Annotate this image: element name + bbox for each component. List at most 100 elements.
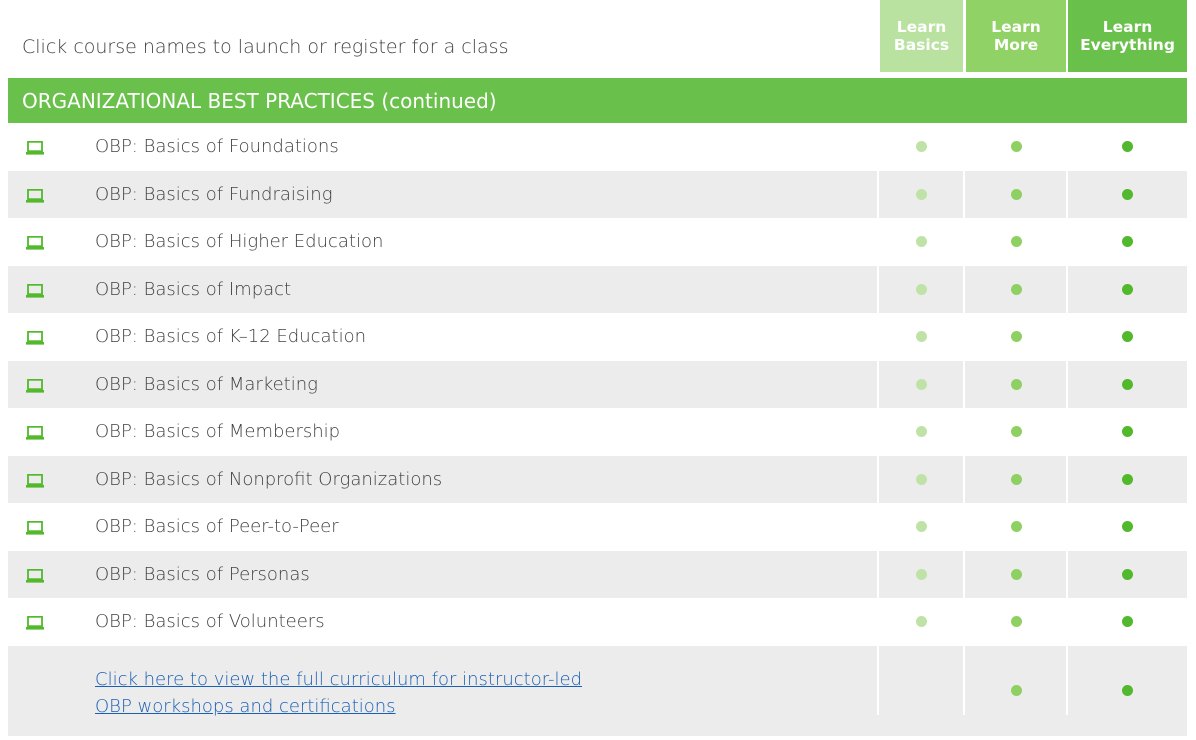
availability-dot-learn-more — [1010, 685, 1022, 696]
cell-learn-more — [966, 266, 1066, 314]
column-header-line: Learn — [1102, 18, 1153, 36]
availability-dot-learn-everything — [1122, 685, 1133, 696]
column-divider — [963, 123, 965, 715]
availability-dot-learn-basics — [916, 426, 927, 438]
cell-learn-more — [966, 551, 1066, 599]
availability-dot-learn-more — [1010, 426, 1022, 438]
course-name-link[interactable]: OBP: Basics of Volunteers — [95, 598, 325, 646]
cell-learn-more — [966, 123, 1066, 171]
cell-learn-more — [966, 408, 1066, 456]
laptop-icon — [26, 235, 44, 250]
cell-learn-more — [966, 456, 1066, 504]
course-row: OBP: Basics of Foundations — [8, 123, 1187, 171]
column-header-learn-more: Learn More — [966, 0, 1066, 72]
cell-learn-basics — [880, 218, 963, 266]
cell-learn-basics — [880, 361, 963, 409]
availability-dot-learn-basics — [916, 188, 927, 200]
laptop-icon — [26, 615, 44, 630]
course-row: OBP: Basics of Impact — [8, 265, 1187, 314]
course-row: OBP: Basics of Nonprofit Organizations — [8, 455, 1187, 504]
cell-learn-everything — [1068, 456, 1187, 504]
column-header-line: Learn — [991, 18, 1041, 36]
cell-learn-everything — [1068, 218, 1187, 266]
section-title: ORGANIZATIONAL BEST PRACTICES (continued… — [8, 78, 1187, 123]
full-curriculum-link[interactable]: Click here to view the full curriculum f… — [95, 666, 715, 720]
laptop-icon — [26, 283, 44, 298]
course-name-link[interactable]: OBP: Basics of K–12 Education — [95, 313, 366, 361]
intro-text: Click course names to launch or register… — [22, 36, 509, 58]
course-row: OBP: Basics of Fundraising — [8, 170, 1187, 219]
availability-dot-learn-more — [1010, 378, 1022, 390]
cell-learn-basics — [880, 646, 963, 736]
cell-learn-everything — [1068, 313, 1187, 361]
availability-dot-learn-everything — [1122, 283, 1133, 295]
laptop-icon — [26, 188, 44, 203]
column-header-learn-basics: Learn Basics — [880, 0, 963, 72]
availability-dot-learn-more — [1010, 188, 1022, 200]
laptop-icon — [26, 568, 44, 583]
availability-dot-learn-everything — [1122, 188, 1133, 200]
availability-dot-learn-more — [1010, 236, 1022, 248]
cell-learn-basics — [880, 171, 963, 219]
course-row: OBP: Basics of Marketing — [8, 360, 1187, 409]
cell-learn-basics — [880, 551, 963, 599]
availability-dot-learn-basics — [916, 283, 927, 295]
availability-dot-learn-everything — [1122, 236, 1133, 248]
laptop-icon — [26, 473, 44, 488]
curriculum-row: Click here to view the full curriculum f… — [8, 645, 1187, 736]
link-line[interactable]: OBP workshops and certifications — [95, 693, 715, 720]
cell-learn-everything — [1068, 598, 1187, 646]
cell-learn-basics — [880, 408, 963, 456]
laptop-icon — [26, 520, 44, 535]
availability-dot-learn-everything — [1122, 616, 1133, 628]
cell-learn-basics — [880, 456, 963, 504]
cell-learn-more — [966, 503, 1066, 551]
availability-dot-learn-more — [1010, 331, 1022, 343]
cell-learn-more — [966, 361, 1066, 409]
course-name-link[interactable]: OBP: Basics of Nonprofit Organizations — [95, 456, 442, 504]
cell-learn-basics — [880, 313, 963, 361]
availability-dot-learn-basics — [916, 378, 927, 390]
availability-dot-learn-everything — [1122, 331, 1133, 343]
availability-dot-learn-basics — [916, 331, 927, 343]
cell-learn-everything — [1068, 503, 1187, 551]
cell-learn-everything — [1068, 123, 1187, 171]
cell-learn-basics — [880, 123, 963, 171]
availability-dot-learn-basics — [916, 141, 927, 153]
cell-learn-more — [966, 218, 1066, 266]
availability-dot-learn-everything — [1122, 378, 1133, 390]
table-header: Click course names to launch or register… — [0, 0, 1196, 75]
course-row: OBP: Basics of K–12 Education — [8, 313, 1187, 361]
course-row: OBP: Basics of Higher Education — [8, 218, 1187, 266]
course-list: OBP: Basics of Foundations OBP: Basics of… — [8, 123, 1187, 736]
availability-dot-learn-basics — [916, 473, 927, 485]
cell-learn-everything — [1068, 171, 1187, 219]
availability-dot-learn-more — [1010, 283, 1022, 295]
availability-dot-learn-everything — [1122, 426, 1133, 438]
course-name-link[interactable]: OBP: Basics of Foundations — [95, 123, 339, 171]
course-name-link[interactable]: OBP: Basics of Higher Education — [95, 218, 383, 266]
column-header-line: More — [993, 36, 1039, 54]
availability-dot-learn-basics — [916, 521, 927, 533]
course-name-link[interactable]: OBP: Basics of Membership — [95, 408, 340, 456]
laptop-icon — [26, 140, 44, 155]
cell-learn-more — [966, 598, 1066, 646]
course-name-link[interactable]: OBP: Basics of Impact — [95, 266, 291, 314]
course-name-link[interactable]: OBP: Basics of Personas — [95, 551, 310, 599]
link-line[interactable]: Click here to view the full curriculum f… — [95, 666, 715, 693]
availability-dot-learn-basics — [916, 616, 927, 628]
cell-learn-basics — [880, 598, 963, 646]
course-row: OBP: Basics of Peer-to-Peer — [8, 503, 1187, 551]
course-name-link[interactable]: OBP: Basics of Marketing — [95, 361, 318, 409]
cell-learn-more — [966, 171, 1066, 219]
cell-learn-basics — [880, 266, 963, 314]
course-row: OBP: Basics of Membership — [8, 408, 1187, 456]
course-name-link[interactable]: OBP: Basics of Fundraising — [95, 171, 333, 219]
laptop-icon — [26, 425, 44, 440]
cell-learn-everything — [1068, 408, 1187, 456]
cell-learn-everything — [1068, 646, 1187, 736]
laptop-icon — [26, 378, 44, 393]
course-name-link[interactable]: OBP: Basics of Peer-to-Peer — [95, 503, 339, 551]
availability-dot-learn-basics — [916, 236, 927, 248]
availability-dot-learn-everything — [1122, 141, 1133, 153]
